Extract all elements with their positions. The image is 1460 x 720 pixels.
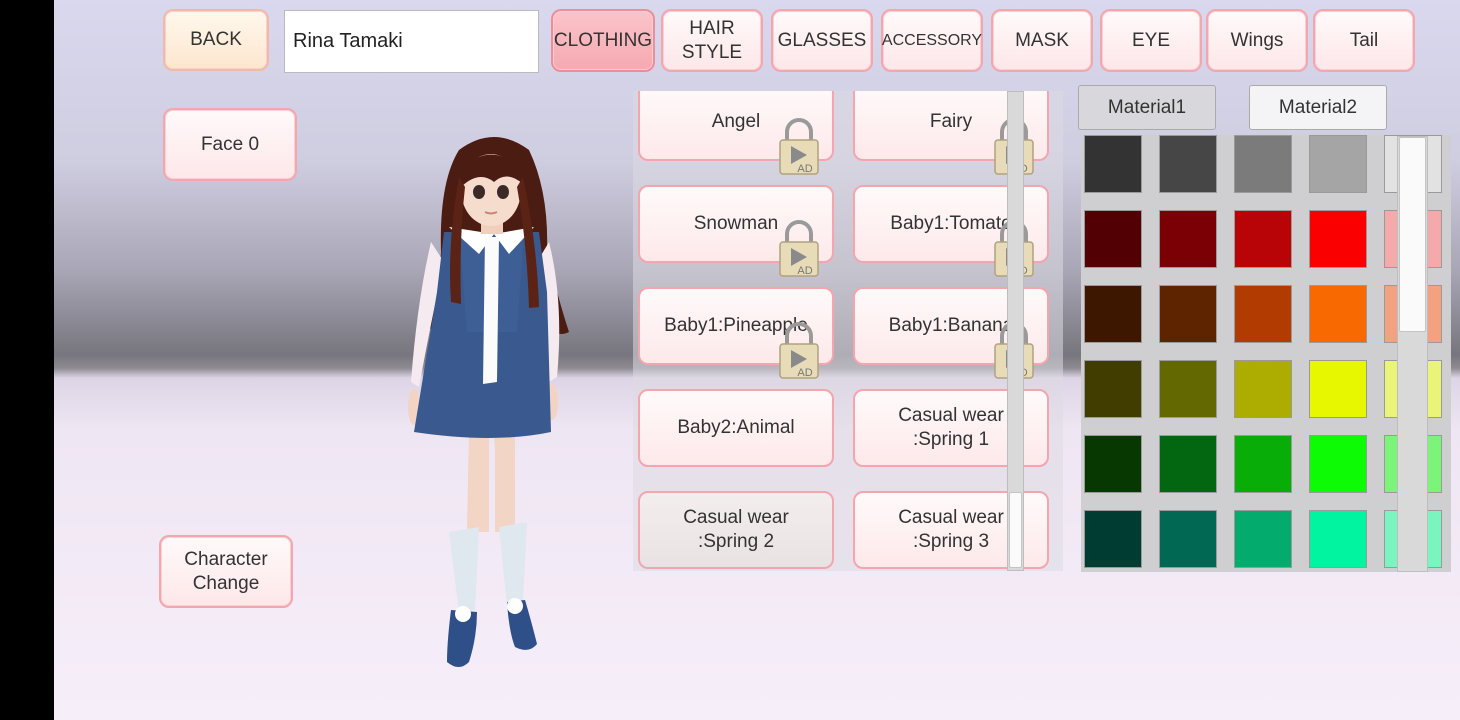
tab-label: GLASSES — [777, 29, 867, 51]
clothing-item-label: Fairy — [929, 111, 973, 132]
tab-label: HAIR STYLE — [681, 17, 743, 63]
color-swatch[interactable] — [1084, 135, 1142, 193]
tab-wings[interactable]: Wings — [1206, 9, 1308, 72]
svg-text:AD: AD — [797, 163, 812, 175]
character-model[interactable] — [399, 132, 589, 677]
clothing-item[interactable]: Angel AD — [638, 91, 834, 175]
color-swatch[interactable] — [1159, 135, 1217, 193]
color-swatch[interactable] — [1234, 210, 1292, 268]
svg-text:AD: AD — [797, 265, 812, 277]
tab-tail[interactable]: Tail — [1313, 9, 1415, 72]
tab-label: Tail — [1349, 29, 1379, 51]
tab-mask[interactable]: MASK — [991, 9, 1093, 72]
swatch-scrollbar[interactable] — [1397, 136, 1428, 572]
color-swatch[interactable] — [1084, 510, 1142, 568]
color-swatch[interactable] — [1159, 285, 1217, 343]
color-swatch[interactable] — [1309, 210, 1367, 268]
ad-lock-icon: AD — [778, 192, 820, 277]
ad-lock-icon: AD — [778, 91, 820, 175]
tab-label: Wings — [1230, 29, 1284, 51]
clothing-item-label: Baby1:Tomato — [890, 213, 1012, 234]
tab-accessory[interactable]: ACCESSORY — [881, 9, 983, 72]
color-swatch[interactable] — [1084, 285, 1142, 343]
game-scene: BACK CLOTHING HAIR STYLE GLASSES ACCESSORY M… — [54, 0, 1460, 720]
character-change-label: Character Change — [184, 548, 268, 594]
color-swatch[interactable] — [1159, 360, 1217, 418]
color-swatch[interactable] — [1309, 135, 1367, 193]
clothing-item[interactable]: Baby2:Animal — [638, 389, 834, 467]
color-swatch[interactable] — [1234, 285, 1292, 343]
character-change-button[interactable]: Character Change — [159, 535, 293, 608]
svg-text:AD: AD — [797, 367, 812, 379]
clothing-item-label: Casual wear :Spring 3 — [898, 507, 1004, 552]
clothing-item-label: Angel — [711, 111, 761, 132]
clothing-item[interactable]: Casual wear :Spring 2 — [638, 491, 834, 569]
color-swatch[interactable] — [1084, 210, 1142, 268]
material1-tab-label: Material1 — [1107, 96, 1187, 118]
color-swatch[interactable] — [1159, 435, 1217, 493]
color-swatch[interactable] — [1309, 435, 1367, 493]
material2-tab-label: Material2 — [1278, 96, 1358, 118]
clothing-item-label: Baby1:Pineapple — [664, 315, 808, 336]
clothing-item-label: Casual wear :Spring 2 — [683, 507, 789, 552]
color-swatch[interactable] — [1159, 510, 1217, 568]
material2-tab[interactable]: Material2 — [1249, 85, 1387, 130]
tab-eye[interactable]: EYE — [1100, 9, 1202, 72]
clothing-item-label: Baby2:Animal — [677, 417, 795, 438]
color-swatch[interactable] — [1159, 210, 1217, 268]
tab-label: ACCESSORY — [881, 31, 983, 49]
material1-tab[interactable]: Material1 — [1078, 85, 1216, 130]
color-swatch[interactable] — [1084, 360, 1142, 418]
face-button-label: Face 0 — [200, 133, 260, 155]
clothing-item-list[interactable]: Angel AD Fairy AD Snowman AD Baby1:Tomat… — [633, 91, 1063, 571]
clothing-item-label: Casual wear :Spring 1 — [898, 405, 1004, 450]
color-swatch[interactable] — [1084, 435, 1142, 493]
back-button-label: BACK — [190, 29, 242, 50]
clothing-item[interactable]: Snowman AD — [638, 185, 834, 277]
color-swatch[interactable] — [1309, 510, 1367, 568]
tab-label: CLOTHING — [553, 29, 653, 51]
color-swatch[interactable] — [1234, 435, 1292, 493]
tab-hair-style[interactable]: HAIR STYLE — [661, 9, 763, 72]
face-button[interactable]: Face 0 — [163, 108, 297, 181]
color-swatch[interactable] — [1309, 360, 1367, 418]
back-button[interactable]: BACK — [163, 9, 269, 71]
character-name-input[interactable] — [284, 10, 539, 73]
clothing-item[interactable]: Baby1:Pineapple AD — [638, 287, 834, 379]
item-list-scroll-thumb[interactable] — [1009, 492, 1022, 568]
color-swatch[interactable] — [1234, 510, 1292, 568]
tab-clothing[interactable]: CLOTHING — [551, 9, 655, 72]
color-swatch[interactable] — [1234, 360, 1292, 418]
color-swatch[interactable] — [1309, 285, 1367, 343]
color-swatch[interactable] — [1234, 135, 1292, 193]
clothing-item-label: Snowman — [693, 213, 779, 234]
tab-label: EYE — [1131, 29, 1171, 51]
color-swatch-panel — [1081, 135, 1451, 572]
clothing-item-label: Baby1:Banana — [888, 315, 1014, 336]
item-list-scrollbar[interactable] — [1007, 91, 1024, 571]
swatch-scroll-thumb[interactable] — [1399, 137, 1426, 332]
tab-label: MASK — [1015, 29, 1069, 51]
tab-glasses[interactable]: GLASSES — [771, 9, 873, 72]
